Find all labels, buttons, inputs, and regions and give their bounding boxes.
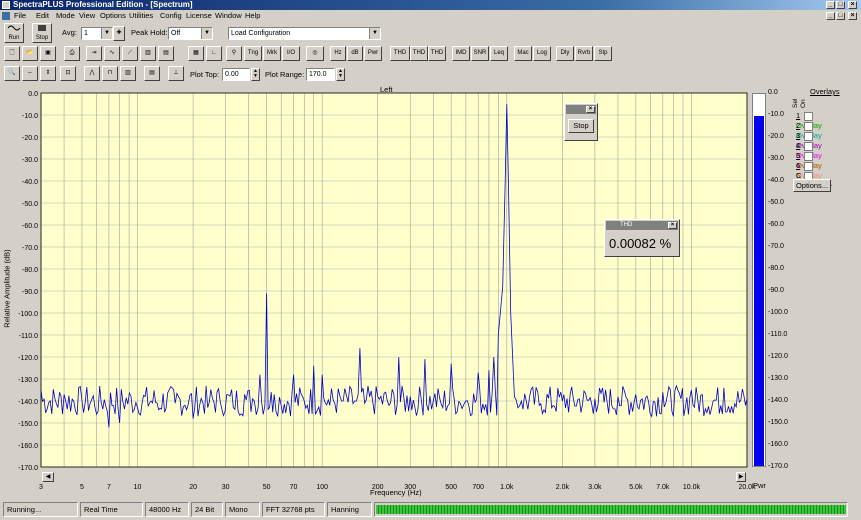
overlay-checkbox[interactable] (804, 141, 813, 151)
x-tick-label: 7 (107, 484, 111, 491)
overlays-title: Overlays (810, 87, 840, 96)
status-bar: Running... Real Time 48000 Hz 24 Bit Mon… (0, 500, 861, 520)
y-tick-label: -10.0 (22, 113, 38, 120)
x-tick-label: 30 (222, 484, 230, 491)
y-tick-label: -50.0 (22, 201, 38, 208)
overlay-checkbox[interactable] (804, 121, 813, 131)
overlay-checkbox[interactable] (804, 131, 813, 141)
y-tick-label: 0.0 (28, 91, 38, 98)
y-tick-label: -110.0 (19, 333, 38, 340)
thd-popup-titlebar[interactable]: THD × (606, 221, 678, 230)
y-tick-label: -140.0 (18, 399, 38, 406)
thd-value: 0.00082 % (609, 236, 672, 251)
popup-stop-button[interactable]: Stop (568, 119, 594, 133)
x-tick-label: 70 (290, 484, 298, 491)
meter-scale-label: -100.0 (768, 309, 788, 316)
x-tick-label: 10 (134, 484, 142, 491)
spectrum-plot[interactable]: 0.0 -10.0 -20.0 -30.0 -40.0 -50.0 -60.0 -70.0 -8… (0, 0, 861, 520)
overlay-select[interactable]: 3 (796, 131, 804, 141)
on-column-label: On (800, 99, 807, 108)
x-tick-label: 5.0k (629, 484, 643, 491)
meter-scale-label: -110.0 (768, 331, 788, 338)
y-tick-label: -60.0 (22, 223, 38, 230)
thd-popup-title: THD (620, 222, 633, 228)
y-axis-label: Relative Amplitude (dB) (2, 249, 12, 328)
overlay-checkbox[interactable] (804, 111, 813, 121)
stop-popup-titlebar[interactable]: × (566, 105, 596, 114)
status-state: Running... (3, 502, 78, 517)
y-tick-label: -30.0 (22, 157, 38, 164)
x-tick-label: 20 (189, 484, 197, 491)
meter-scale-label: -10.0 (768, 111, 784, 118)
plot-title: Left (380, 85, 393, 94)
overlay-select[interactable]: 2 (796, 121, 804, 131)
scroll-left-button[interactable]: ◀ (42, 472, 54, 482)
x-tick-label: 10.0k (683, 484, 701, 491)
x-tick-label: 1.0k (500, 484, 514, 491)
status-channels: Mono (225, 502, 260, 517)
pwr-label: Pwr (753, 481, 766, 490)
y-tick-label: -160.0 (18, 443, 38, 450)
meter-scale-label: -60.0 (768, 221, 784, 228)
y-tick-label: -40.0 (22, 179, 38, 186)
status-bits: 24 Bit (191, 502, 223, 517)
meter-scale-label: -150.0 (768, 419, 788, 426)
overlay-select[interactable]: 4 (796, 141, 804, 151)
y-tick-label: -100.0 (18, 311, 38, 318)
options-button[interactable]: Options... (793, 179, 831, 192)
x-tick-label: 500 (445, 484, 457, 491)
power-meter (752, 93, 766, 467)
overlay-checkbox[interactable] (804, 161, 813, 171)
y-tick-label: -90.0 (22, 289, 38, 296)
y-tick-label: -120.0 (18, 355, 38, 362)
meter-scale-label: -170.0 (768, 463, 788, 470)
x-tick-label: 2.0k (556, 484, 570, 491)
meter-scale-label: -20.0 (768, 133, 784, 140)
y-tick-label: -130.0 (18, 377, 38, 384)
level-meter (374, 502, 848, 517)
y-tick-label: -80.0 (22, 267, 38, 274)
meter-scale-label: -80.0 (768, 265, 784, 272)
x-tick-label: 3.0k (588, 484, 602, 491)
meter-scale: 0.0 -10.0 -20.0 -30.0 -40.0 -50.0 -60.0 -70.0 -8… (768, 0, 796, 520)
x-tick-label: 50 (263, 484, 271, 491)
x-tick-label: 3 (39, 484, 43, 491)
y-tick-label: -170.0 (18, 465, 38, 472)
thd-popup-close-icon[interactable]: × (668, 222, 677, 229)
power-meter-fill (754, 115, 764, 466)
x-axis-label: Frequency (Hz) (370, 488, 422, 497)
stop-popup-close-icon[interactable]: × (586, 106, 595, 113)
overlay-select[interactable]: 6 (796, 161, 804, 171)
status-mode: Real Time (80, 502, 143, 517)
stop-popup: × Stop (564, 103, 598, 141)
overlay-checkbox[interactable] (804, 151, 813, 161)
x-tick-label: 700 (472, 484, 484, 491)
x-tick-label: 5 (80, 484, 84, 491)
meter-scale-label: -130.0 (768, 375, 788, 382)
overlay-select[interactable]: 5 (796, 151, 804, 161)
meter-scale-label: -120.0 (768, 353, 788, 360)
meter-scale-label: -140.0 (768, 397, 788, 404)
meter-scale-label: -90.0 (768, 287, 784, 294)
meter-scale-label: 0.0 (768, 89, 778, 96)
x-tick-label: 7.0k (656, 484, 670, 491)
thd-popup: THD × 0.00082 % (604, 219, 680, 257)
status-fft: FFT 32768 pts (262, 502, 325, 517)
y-tick-label: -70.0 (22, 245, 38, 252)
y-tick-label: -20.0 (22, 135, 38, 142)
meter-scale-label: -40.0 (768, 177, 784, 184)
status-window: Hanning (327, 502, 372, 517)
plot-frame (40, 92, 748, 468)
meter-scale-label: -30.0 (768, 155, 784, 162)
sel-column-label: Sel (792, 98, 799, 108)
overlay-select[interactable]: 1 (796, 111, 804, 121)
status-rate: 48000 Hz (145, 502, 189, 517)
level-meter-bar (376, 505, 846, 514)
meter-scale-label: -160.0 (768, 441, 788, 448)
y-tick-label: -150.0 (18, 421, 38, 428)
scroll-right-button[interactable]: ▶ (736, 472, 746, 482)
meter-scale-label: -50.0 (768, 199, 784, 206)
x-tick-label: 100 (316, 484, 328, 491)
meter-scale-label: -70.0 (768, 243, 784, 250)
